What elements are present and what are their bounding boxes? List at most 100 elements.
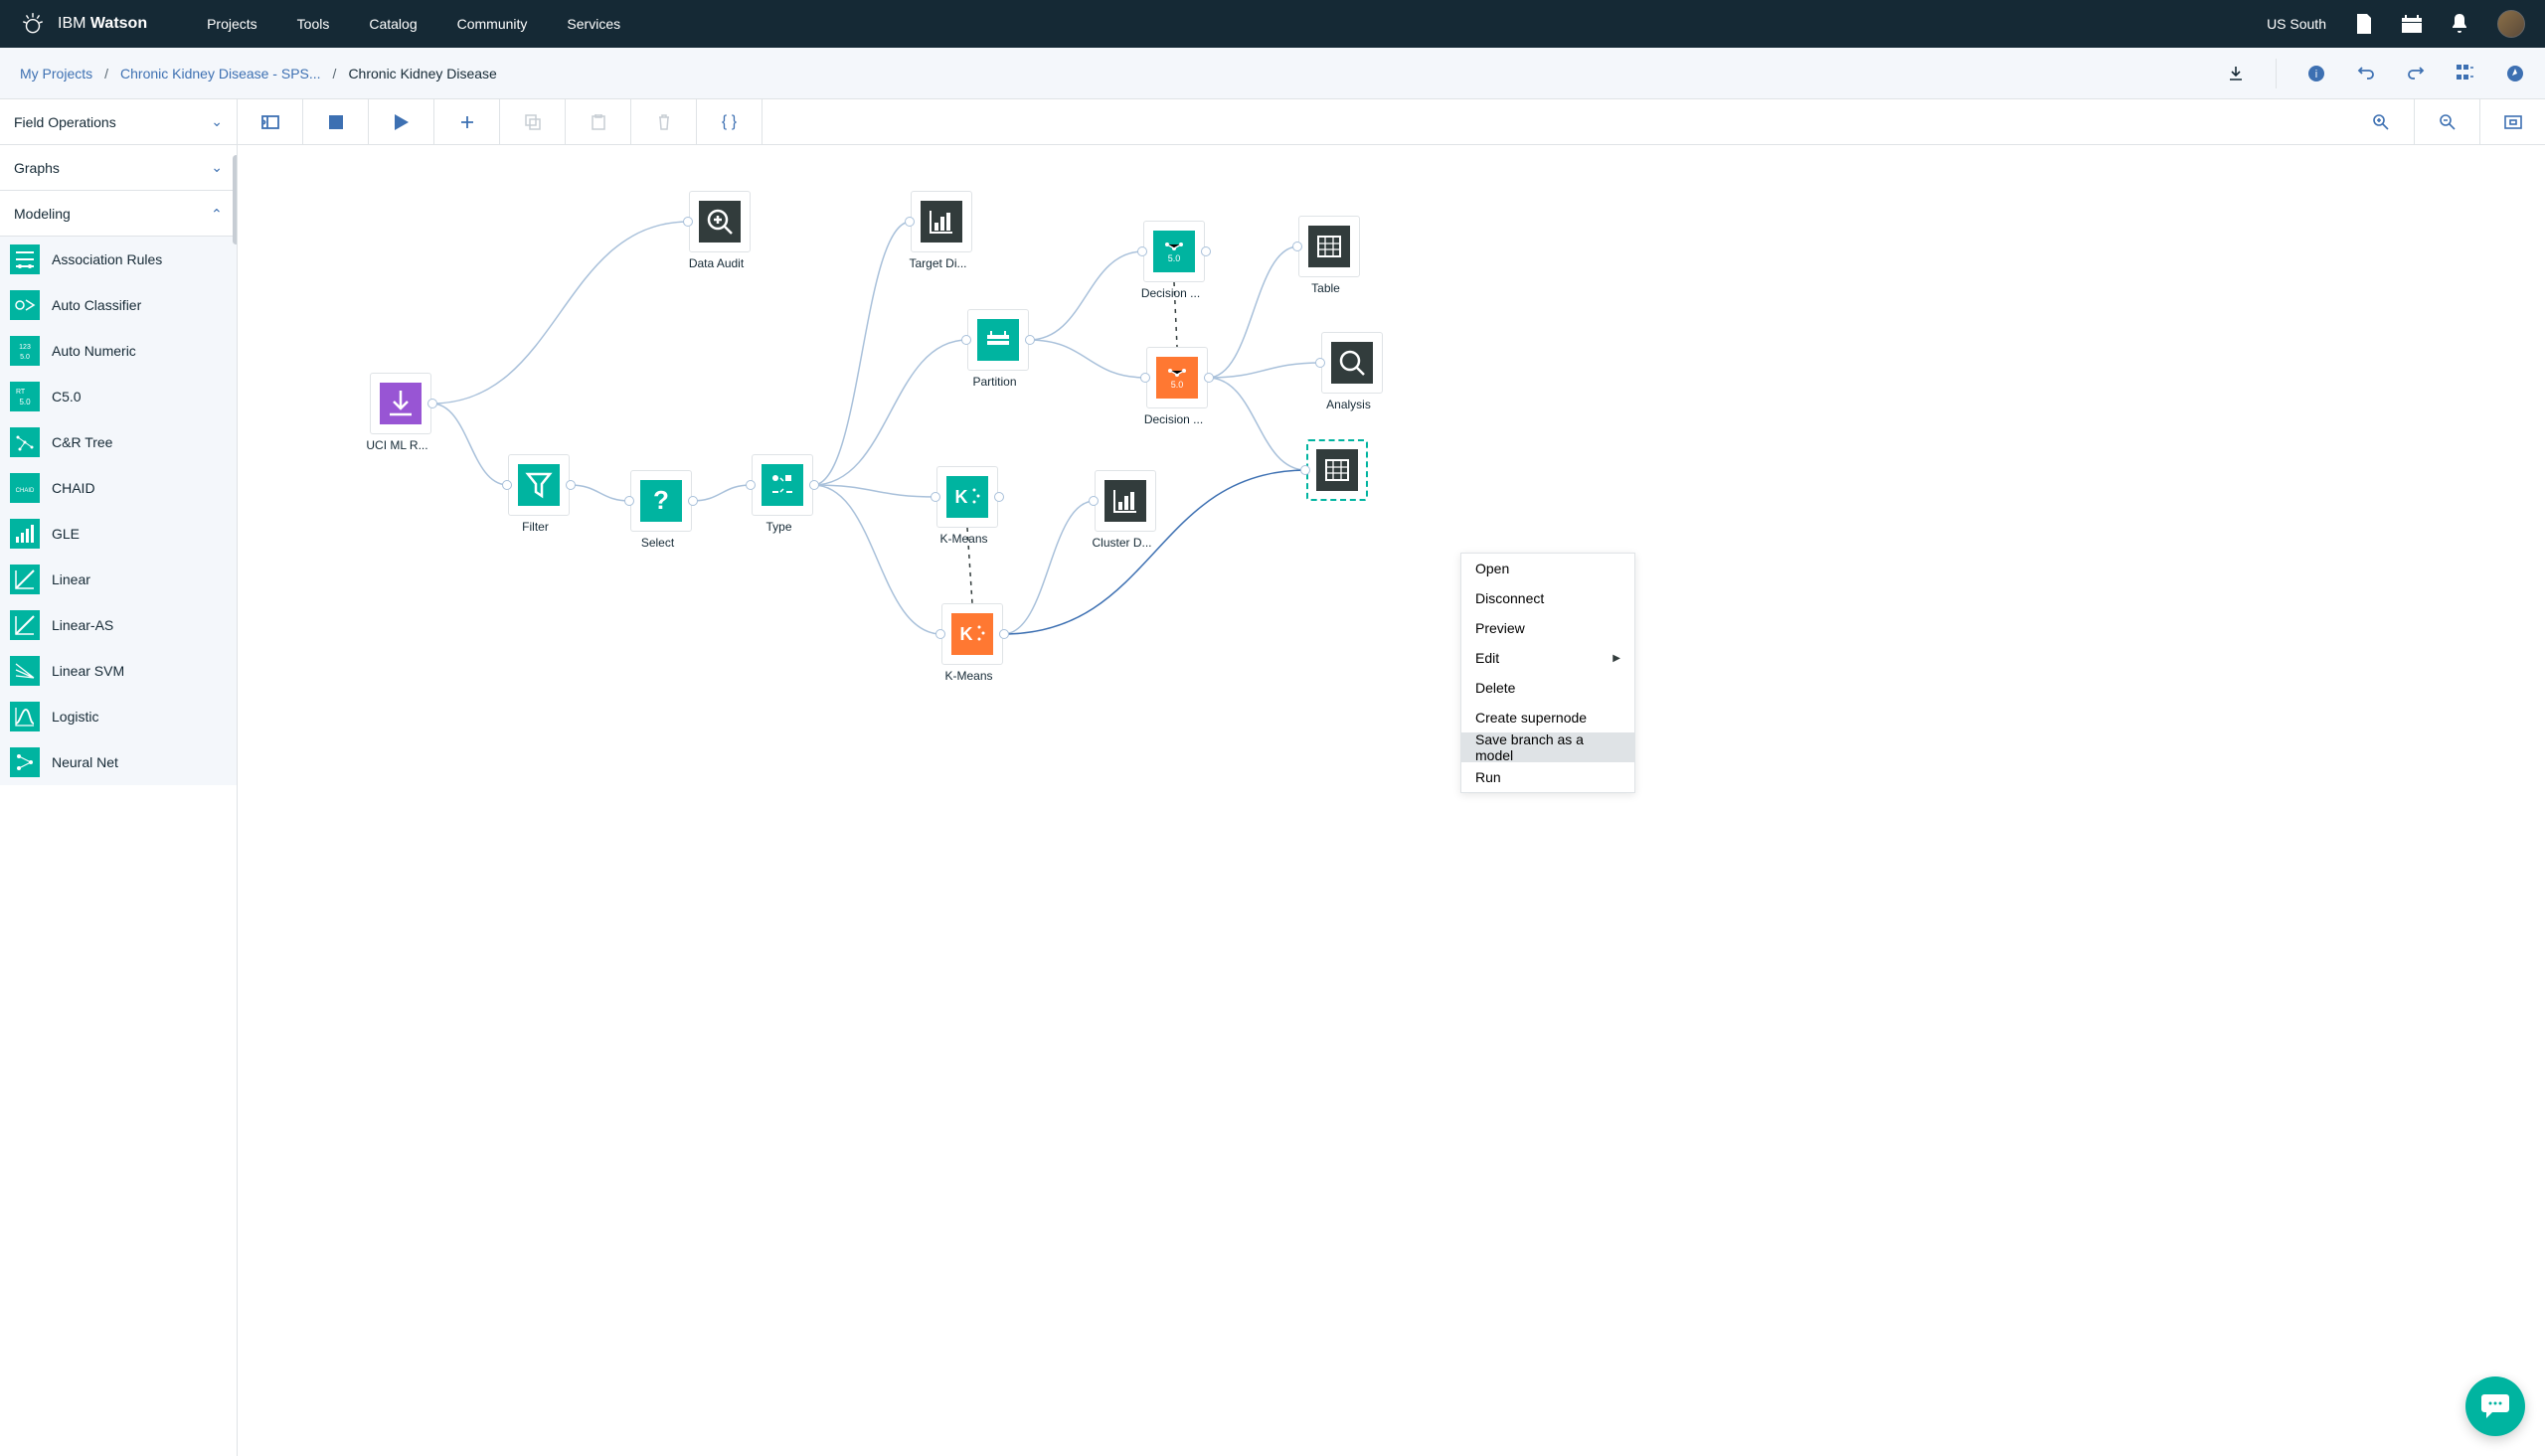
context-menu-item[interactable]: Run: [1461, 762, 1634, 792]
palette-item[interactable]: CHAIDCHAID: [0, 465, 237, 511]
palette-item[interactable]: C&R Tree: [0, 419, 237, 465]
node-box[interactable]: [1321, 332, 1383, 394]
input-port[interactable]: [502, 480, 512, 490]
download-icon[interactable]: [2226, 64, 2246, 83]
flow-link[interactable]: [1029, 340, 1146, 378]
compass-icon[interactable]: [2505, 64, 2525, 83]
palette-item[interactable]: Neural Net: [0, 739, 237, 785]
flow-link[interactable]: [1208, 246, 1298, 378]
output-port[interactable]: [1025, 335, 1035, 345]
output-port[interactable]: [566, 480, 576, 490]
flow-link[interactable]: [692, 485, 752, 501]
node-box[interactable]: K: [936, 466, 998, 528]
palette-item[interactable]: GLE: [0, 511, 237, 557]
nav-services[interactable]: Services: [547, 0, 640, 48]
context-menu-item[interactable]: Save branch as a model: [1461, 732, 1634, 762]
input-port[interactable]: [1300, 465, 1310, 475]
region-selector[interactable]: US South: [2267, 16, 2326, 32]
node-box[interactable]: [370, 373, 431, 434]
node-box[interactable]: [911, 191, 972, 252]
flow-link[interactable]: [813, 485, 941, 634]
input-port[interactable]: [746, 480, 756, 490]
paste-icon[interactable]: [566, 99, 631, 145]
flow-link[interactable]: [1208, 378, 1306, 470]
context-menu-item[interactable]: Open: [1461, 554, 1634, 583]
stop-icon[interactable]: [303, 99, 369, 145]
flow-link[interactable]: [431, 404, 508, 485]
info-icon[interactable]: i: [2306, 64, 2326, 83]
toggle-palette-icon[interactable]: [238, 99, 303, 145]
context-menu-item[interactable]: Delete: [1461, 673, 1634, 703]
nav-projects[interactable]: Projects: [187, 0, 277, 48]
canvas-node[interactable]: Partition: [967, 309, 1029, 389]
input-port[interactable]: [1292, 242, 1302, 251]
canvas-node[interactable]: Analysis: [1321, 332, 1383, 411]
delete-icon[interactable]: [631, 99, 697, 145]
palette-item[interactable]: Linear: [0, 557, 237, 602]
context-menu-item[interactable]: Edit▶: [1461, 643, 1634, 673]
palette-item[interactable]: Linear SVM: [0, 648, 237, 694]
section-field-operations[interactable]: Field Operations ⌄: [0, 99, 237, 145]
chat-fab[interactable]: [2465, 1376, 2525, 1436]
flow-link[interactable]: [813, 485, 936, 497]
flow-link[interactable]: [1208, 363, 1321, 378]
palette-item[interactable]: RT5.0C5.0: [0, 374, 237, 419]
braces-icon[interactable]: { }: [697, 99, 763, 145]
run-icon[interactable]: [369, 99, 434, 145]
flow-link[interactable]: [431, 222, 689, 404]
nav-community[interactable]: Community: [437, 0, 548, 48]
section-modeling[interactable]: Modeling ⌄: [0, 191, 237, 237]
palette-item[interactable]: Logistic: [0, 694, 237, 739]
context-menu-item[interactable]: Preview: [1461, 613, 1634, 643]
output-port[interactable]: [427, 399, 437, 408]
context-menu-item[interactable]: Disconnect: [1461, 583, 1634, 613]
canvas-node[interactable]: KK-Means: [941, 603, 1003, 683]
output-port[interactable]: [1201, 246, 1211, 256]
palette-item[interactable]: 1235.0Auto Numeric: [0, 328, 237, 374]
input-port[interactable]: [905, 217, 915, 227]
breadcrumb-link-1[interactable]: Chronic Kidney Disease - SPS...: [120, 66, 321, 81]
flow-link[interactable]: [1003, 501, 1095, 634]
user-avatar[interactable]: [2497, 10, 2525, 38]
node-box[interactable]: 5.0: [1143, 221, 1205, 282]
output-port[interactable]: [994, 492, 1004, 502]
breadcrumb-link-0[interactable]: My Projects: [20, 66, 92, 81]
canvas-node[interactable]: ?Select: [630, 470, 692, 550]
node-box[interactable]: ?: [630, 470, 692, 532]
input-port[interactable]: [931, 492, 940, 502]
input-port[interactable]: [1089, 496, 1099, 506]
input-port[interactable]: [935, 629, 945, 639]
document-icon[interactable]: [2354, 14, 2374, 34]
input-port[interactable]: [683, 217, 693, 227]
output-port[interactable]: [688, 496, 698, 506]
node-box[interactable]: 5.0: [1146, 347, 1208, 408]
node-box[interactable]: [1306, 439, 1368, 501]
canvas-node[interactable]: [1306, 439, 1368, 505]
output-port[interactable]: [809, 480, 819, 490]
palette-item[interactable]: Auto Classifier: [0, 282, 237, 328]
nav-tools[interactable]: Tools: [277, 0, 350, 48]
flow-link[interactable]: [813, 222, 911, 485]
canvas-node[interactable]: 5.0Decision ...: [1146, 347, 1208, 426]
palette-item[interactable]: Association Rules: [0, 237, 237, 282]
logo[interactable]: IBM Watson: [20, 11, 147, 37]
node-box[interactable]: [1298, 216, 1360, 277]
notifications-icon[interactable]: [2450, 14, 2469, 34]
zoom-fit-icon[interactable]: [2479, 99, 2545, 145]
layout-icon[interactable]: [2456, 64, 2475, 83]
flow-link[interactable]: [1029, 251, 1143, 340]
calendar-icon[interactable]: [2402, 14, 2422, 34]
node-box[interactable]: [689, 191, 751, 252]
undo-icon[interactable]: [2356, 64, 2376, 83]
canvas-node[interactable]: Filter: [508, 454, 570, 534]
canvas-node[interactable]: Cluster D...: [1095, 470, 1156, 550]
node-box[interactable]: [1095, 470, 1156, 532]
section-graphs[interactable]: Graphs ⌄: [0, 145, 237, 191]
zoom-in-icon[interactable]: [2348, 99, 2414, 145]
context-menu-item[interactable]: Create supernode: [1461, 703, 1634, 732]
canvas-node[interactable]: Data Audit: [689, 191, 751, 270]
node-box[interactable]: [508, 454, 570, 516]
canvas-node[interactable]: Target Di...: [911, 191, 972, 270]
node-box[interactable]: [752, 454, 813, 516]
output-port[interactable]: [1204, 373, 1214, 383]
